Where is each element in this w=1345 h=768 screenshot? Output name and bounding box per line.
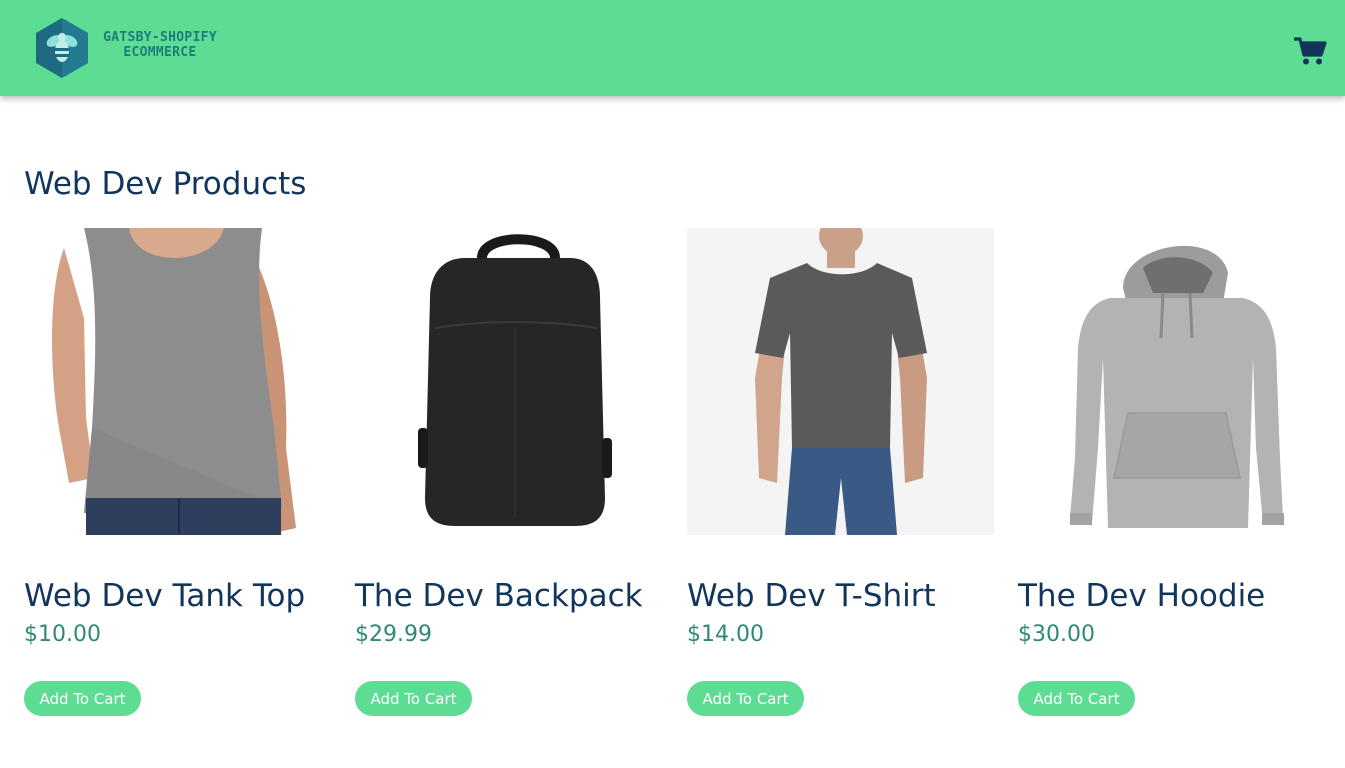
top-navigation-bar: GATSBY-SHOPIFY ECOMMERCE — [0, 0, 1345, 96]
product-title[interactable]: Web Dev T-Shirt — [687, 578, 936, 614]
shopping-cart-icon[interactable] — [1293, 36, 1327, 66]
product-title[interactable]: The Dev Hoodie — [1018, 578, 1265, 614]
product-image[interactable] — [1018, 228, 1325, 535]
add-to-cart-button[interactable]: Add To Cart — [355, 681, 472, 716]
product-card: Web Dev Tank Top $10.00 Add To Cart — [24, 228, 331, 728]
product-image[interactable] — [24, 228, 331, 535]
add-to-cart-button[interactable]: Add To Cart — [687, 681, 804, 716]
product-grid: Web Dev Tank Top $10.00 Add To Cart The … — [24, 228, 1344, 728]
product-price: $30.00 — [1018, 622, 1095, 647]
add-to-cart-button[interactable]: Add To Cart — [24, 681, 141, 716]
product-price: $14.00 — [687, 622, 764, 647]
logo-text: GATSBY-SHOPIFY ECOMMERCE — [90, 30, 230, 60]
product-title[interactable]: The Dev Backpack — [355, 578, 643, 614]
product-price: $10.00 — [24, 622, 101, 647]
bee-hexagon-logo-icon — [36, 18, 88, 78]
logo-line-2: ECOMMERCE — [123, 45, 197, 60]
product-card: The Dev Backpack $29.99 Add To Cart — [355, 228, 662, 728]
add-to-cart-button[interactable]: Add To Cart — [1018, 681, 1135, 716]
product-card: The Dev Hoodie $30.00 Add To Cart — [1018, 228, 1325, 728]
product-title[interactable]: Web Dev Tank Top — [24, 578, 305, 614]
site-logo[interactable]: GATSBY-SHOPIFY ECOMMERCE — [34, 17, 234, 81]
logo-line-1: GATSBY-SHOPIFY — [103, 30, 217, 45]
product-image[interactable] — [687, 228, 994, 535]
page-title: Web Dev Products — [24, 166, 307, 202]
product-price: $29.99 — [355, 622, 432, 647]
product-image[interactable] — [355, 228, 662, 535]
product-card: Web Dev T-Shirt $14.00 Add To Cart — [687, 228, 994, 728]
